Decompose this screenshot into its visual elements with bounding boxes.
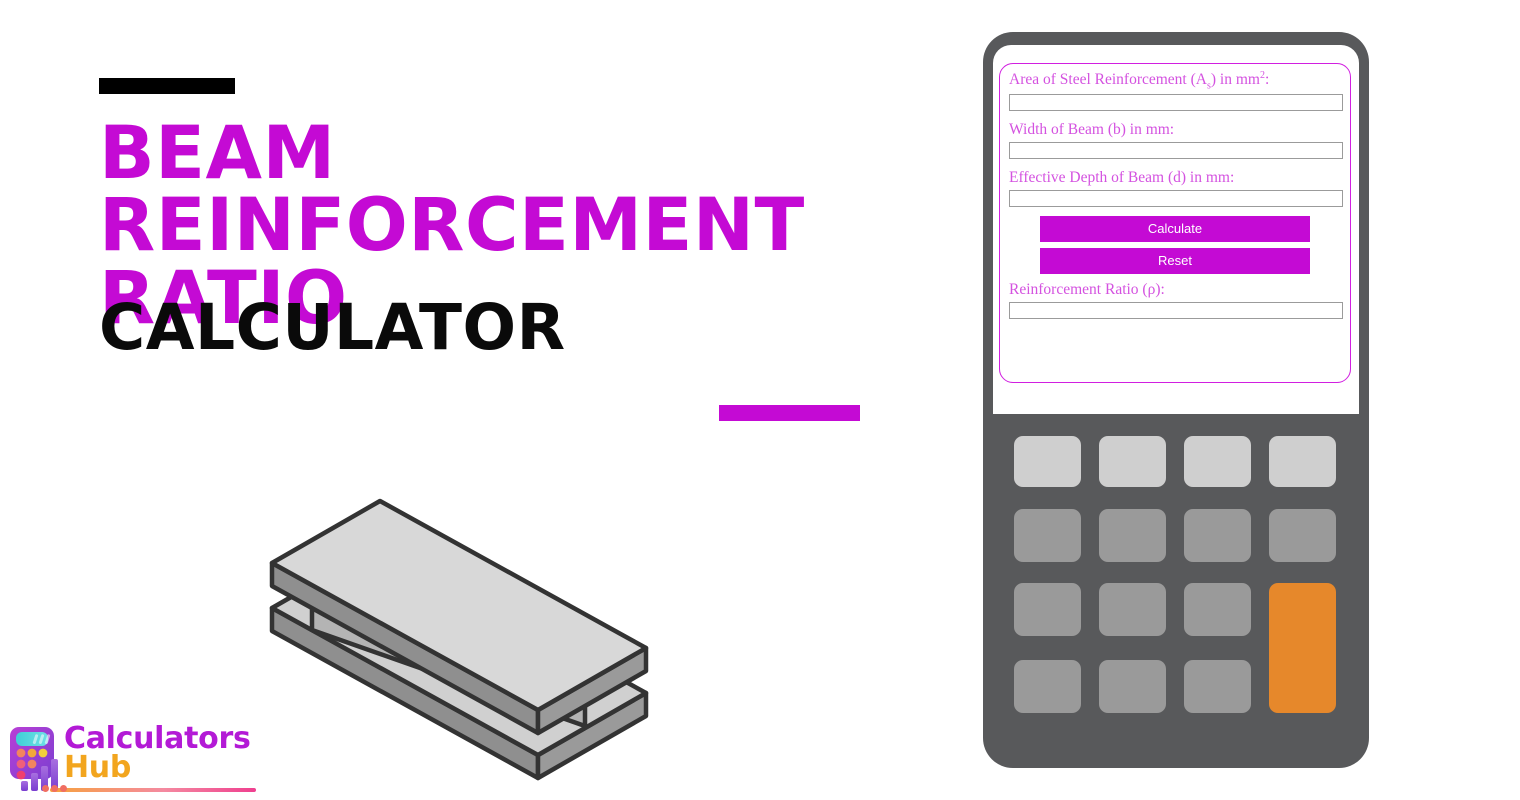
reset-button[interactable]: Reset — [1040, 247, 1310, 274]
hero-rule-bottom — [719, 405, 860, 421]
width-of-beam-label: Width of Beam (b) in mm: — [1009, 120, 1175, 138]
calculator-form: Area of Steel Reinforcement (As) in mm2:… — [1009, 69, 1343, 328]
brand-logo[interactable]: Calculators Hub — [8, 723, 258, 800]
keypad-key-r3c3[interactable] — [1184, 583, 1251, 636]
keypad-key-r1c3[interactable] — [1184, 436, 1251, 487]
brand-dot-2 — [51, 785, 58, 792]
reinforcement-ratio-label: Reinforcement Ratio (ρ): — [1009, 280, 1165, 298]
keypad-key-r2c2[interactable] — [1099, 509, 1166, 562]
page-root: Beam Reinforcement Ratio Calculator Area… — [0, 0, 1520, 800]
keypad-key-equals[interactable] — [1269, 583, 1336, 713]
calculator-keypad — [1014, 436, 1338, 736]
keypad-key-r3c2[interactable] — [1099, 583, 1166, 636]
brand-underline — [50, 788, 256, 792]
brand-logo-text: Calculators Hub — [64, 721, 264, 786]
keypad-key-r2c1[interactable] — [1014, 509, 1081, 562]
calculator-form-box: Area of Steel Reinforcement (As) in mm2:… — [999, 63, 1351, 383]
brand-word-calculators: Calculators — [64, 721, 251, 756]
reinforcement-ratio-output[interactable] — [1009, 301, 1343, 319]
area-of-steel-input[interactable] — [1009, 93, 1343, 111]
page-subtitle: Calculator — [99, 291, 566, 364]
keypad-key-r2c4[interactable] — [1269, 509, 1336, 562]
calculate-button[interactable]: Calculate — [1040, 215, 1310, 242]
keypad-key-r2c3[interactable] — [1184, 509, 1251, 562]
effective-depth-label: Effective Depth of Beam (d) in mm: — [1009, 168, 1235, 186]
keypad-key-r4c2[interactable] — [1099, 660, 1166, 713]
brand-dot-3 — [60, 785, 67, 792]
page-title-line-1: Beam Reinforcement — [99, 111, 805, 269]
area-of-steel-label: Area of Steel Reinforcement (As) in mm2: — [1009, 70, 1270, 92]
brand-word-hub: Hub — [64, 750, 132, 786]
effective-depth-input[interactable] — [1009, 189, 1343, 207]
steel-i-beam-illustration — [269, 498, 649, 781]
keypad-key-r1c2[interactable] — [1099, 436, 1166, 487]
brand-dots — [42, 785, 68, 794]
hero-rule-top — [99, 78, 235, 94]
width-of-beam-input[interactable] — [1009, 141, 1343, 159]
keypad-key-r3c1[interactable] — [1014, 583, 1081, 636]
calculator-bars-icon — [10, 727, 58, 791]
keypad-key-r1c1[interactable] — [1014, 436, 1081, 487]
keypad-key-r4c3[interactable] — [1184, 660, 1251, 713]
keypad-key-r4c1[interactable] — [1014, 660, 1081, 713]
keypad-key-r1c4[interactable] — [1269, 436, 1336, 487]
brand-dot-1 — [42, 785, 49, 792]
